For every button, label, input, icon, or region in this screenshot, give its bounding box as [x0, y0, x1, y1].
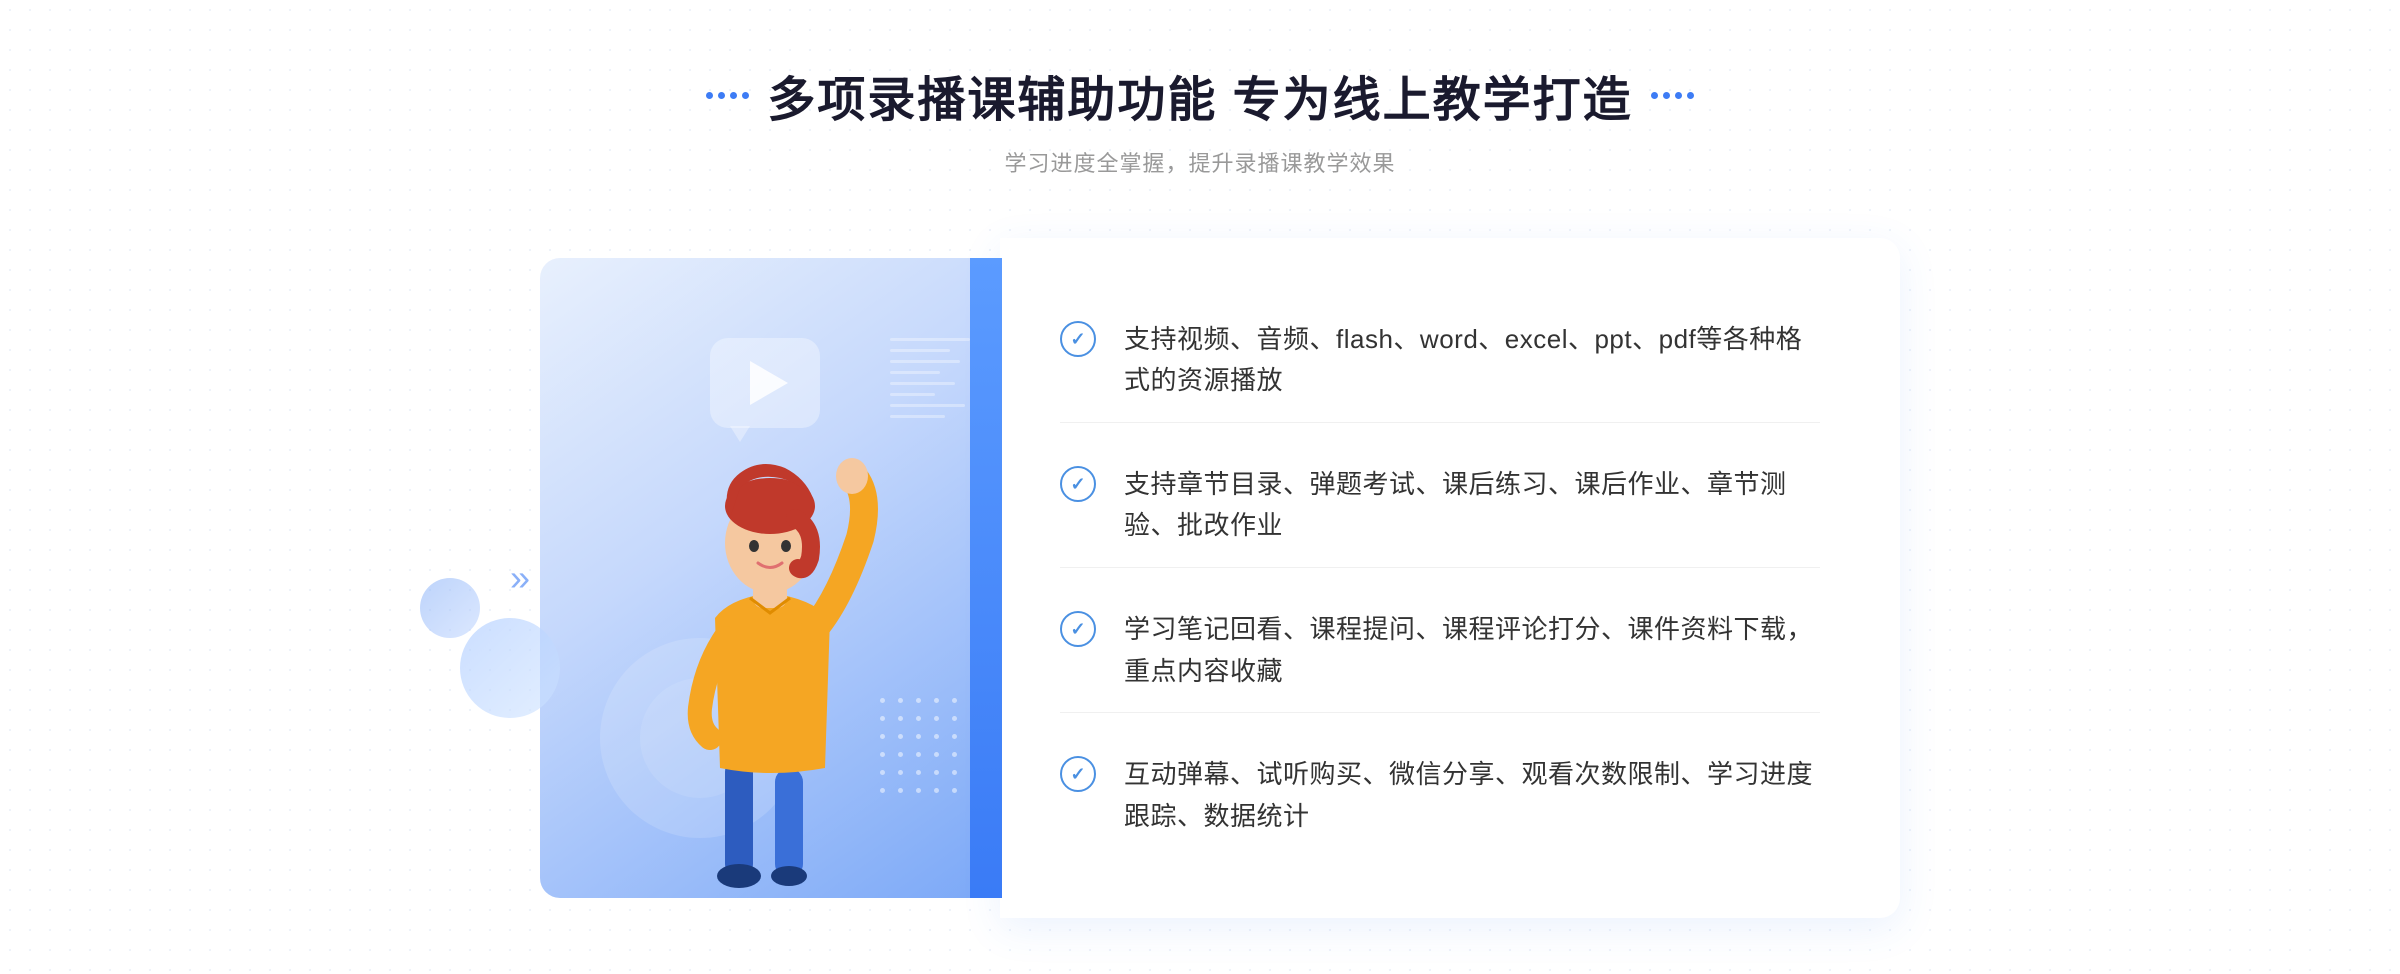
subtitle: 学习进度全掌握，提升录播课教学效果 — [1004, 146, 1395, 178]
check-icon-3: ✓ — [1060, 611, 1096, 647]
feature-item-4: ✓ 互动弹幕、试听购买、微信分享、观看次数限制、学习进度跟踪、数据统计 — [1060, 734, 1820, 857]
check-icon-1: ✓ — [1060, 321, 1096, 357]
left-chevrons: » — [510, 557, 530, 599]
check-mark-3: ✓ — [1070, 620, 1085, 638]
header-section: 多项录播课辅助功能 专为线上教学打造 学习进度全掌握，提升录播课教学效果 — [706, 60, 1693, 178]
feature-text-1: 支持视频、音频、flash、word、excel、ppt、pdf等各种格式的资源… — [1124, 319, 1820, 402]
content-wrapper: 多项录播课辅助功能 专为线上教学打造 学习进度全掌握，提升录播课教学效果 » — [500, 0, 1900, 918]
main-body: » — [500, 238, 1900, 918]
feature-text-4: 互动弹幕、试听购买、微信分享、观看次数限制、学习进度跟踪、数据统计 — [1124, 754, 1820, 837]
feature-item-3: ✓ 学习笔记回看、课程提问、课程评论打分、课件资料下载，重点内容收藏 — [1060, 589, 1820, 713]
check-mark-4: ✓ — [1070, 765, 1085, 783]
check-icon-4: ✓ — [1060, 756, 1096, 792]
check-mark-2: ✓ — [1070, 475, 1085, 493]
chevron-right-icon: » — [510, 557, 530, 599]
feature-text-3: 学习笔记回看、课程提问、课程评论打分、课件资料下载，重点内容收藏 — [1124, 609, 1820, 692]
left-deco-circle-2 — [420, 578, 480, 638]
content-panel: ✓ 支持视频、音频、flash、word、excel、ppt、pdf等各种格式的… — [1000, 238, 1900, 918]
title-row: 多项录播课辅助功能 专为线上教学打造 — [706, 60, 1693, 130]
illustration-card — [540, 258, 1000, 898]
feature-item-1: ✓ 支持视频、音频、flash、word、excel、ppt、pdf等各种格式的… — [1060, 299, 1820, 423]
main-title: 多项录播课辅助功能 专为线上教学打造 — [767, 60, 1632, 130]
title-dots-right — [1651, 92, 1694, 99]
illustration-area: » — [500, 238, 1020, 918]
person-figure — [630, 398, 910, 898]
check-icon-2: ✓ — [1060, 466, 1096, 502]
page-container: 多项录播课辅助功能 专为线上教学打造 学习进度全掌握，提升录播课教学效果 » — [0, 0, 2400, 974]
blue-bar — [970, 258, 1002, 898]
title-dots-left — [706, 92, 749, 99]
check-mark-1: ✓ — [1070, 330, 1085, 348]
feature-text-2: 支持章节目录、弹题考试、课后练习、课后作业、章节测验、批改作业 — [1124, 464, 1820, 547]
left-deco-circle-1 — [460, 618, 560, 718]
feature-item-2: ✓ 支持章节目录、弹题考试、课后练习、课后作业、章节测验、批改作业 — [1060, 444, 1820, 568]
